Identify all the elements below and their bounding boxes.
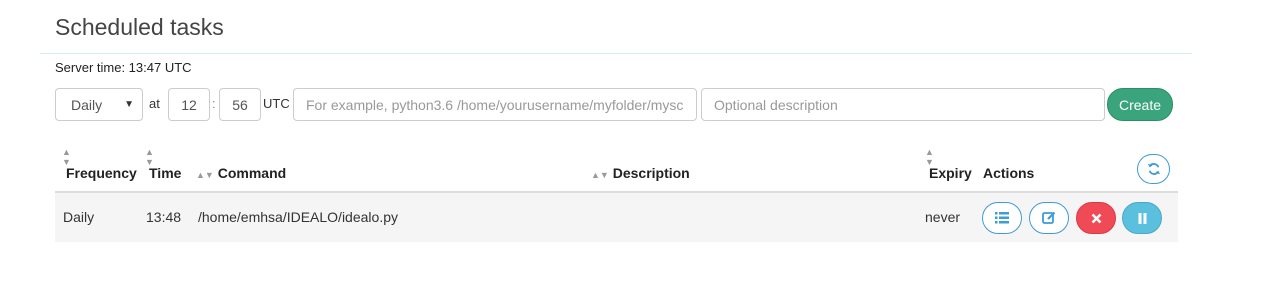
cell-time: 13:48 <box>146 209 182 225</box>
at-label: at <box>149 96 160 111</box>
close-icon <box>1091 213 1101 223</box>
edit-button[interactable] <box>1029 202 1069 234</box>
chevron-down-icon: ▼ <box>124 99 134 110</box>
cell-command: /home/emhsa/IDEALO/idealo.py <box>198 209 398 225</box>
minute-input[interactable] <box>219 88 261 121</box>
list-icon <box>995 212 1009 224</box>
create-button[interactable]: Create <box>1107 88 1173 121</box>
command-input[interactable] <box>293 88 697 121</box>
column-command-label: Command <box>217 165 287 181</box>
frequency-select-value: Daily <box>71 96 103 113</box>
sort-icon: ▲▼ <box>196 170 214 180</box>
column-actions: Actions <box>983 165 1035 181</box>
cell-frequency: Daily <box>63 209 95 225</box>
description-input[interactable] <box>701 88 1105 121</box>
refresh-icon <box>1147 163 1160 175</box>
server-time: Server time: 13:47 UTC <box>55 60 192 75</box>
utc-label: UTC <box>263 96 290 111</box>
column-description[interactable]: ▲▼ Description <box>591 165 690 181</box>
edit-icon <box>1042 211 1056 224</box>
sort-icon: ▲▼ <box>591 170 609 180</box>
view-log-button[interactable] <box>982 202 1022 234</box>
page-title: Scheduled tasks <box>55 14 224 40</box>
sort-icon[interactable]: ▲ ▼ <box>925 147 934 167</box>
cell-expiry: never <box>925 209 961 225</box>
delete-button[interactable] <box>1076 202 1116 234</box>
column-description-label: Description <box>612 165 690 181</box>
sort-icon[interactable]: ▲ ▼ <box>145 147 154 167</box>
column-command[interactable]: ▲▼ Command <box>196 165 286 181</box>
pause-button[interactable] <box>1122 202 1162 234</box>
column-frequency[interactable]: Frequency <box>66 165 137 181</box>
hour-input[interactable] <box>168 88 210 121</box>
title-divider <box>40 53 1192 54</box>
frequency-select[interactable]: Daily ▼ <box>55 88 143 121</box>
sort-icon[interactable]: ▲ ▼ <box>62 147 71 167</box>
pause-icon <box>1138 212 1146 224</box>
column-expiry[interactable]: Expiry <box>929 165 972 181</box>
time-colon: : <box>212 96 216 111</box>
column-time[interactable]: Time <box>149 165 181 181</box>
refresh-button[interactable] <box>1137 154 1170 184</box>
